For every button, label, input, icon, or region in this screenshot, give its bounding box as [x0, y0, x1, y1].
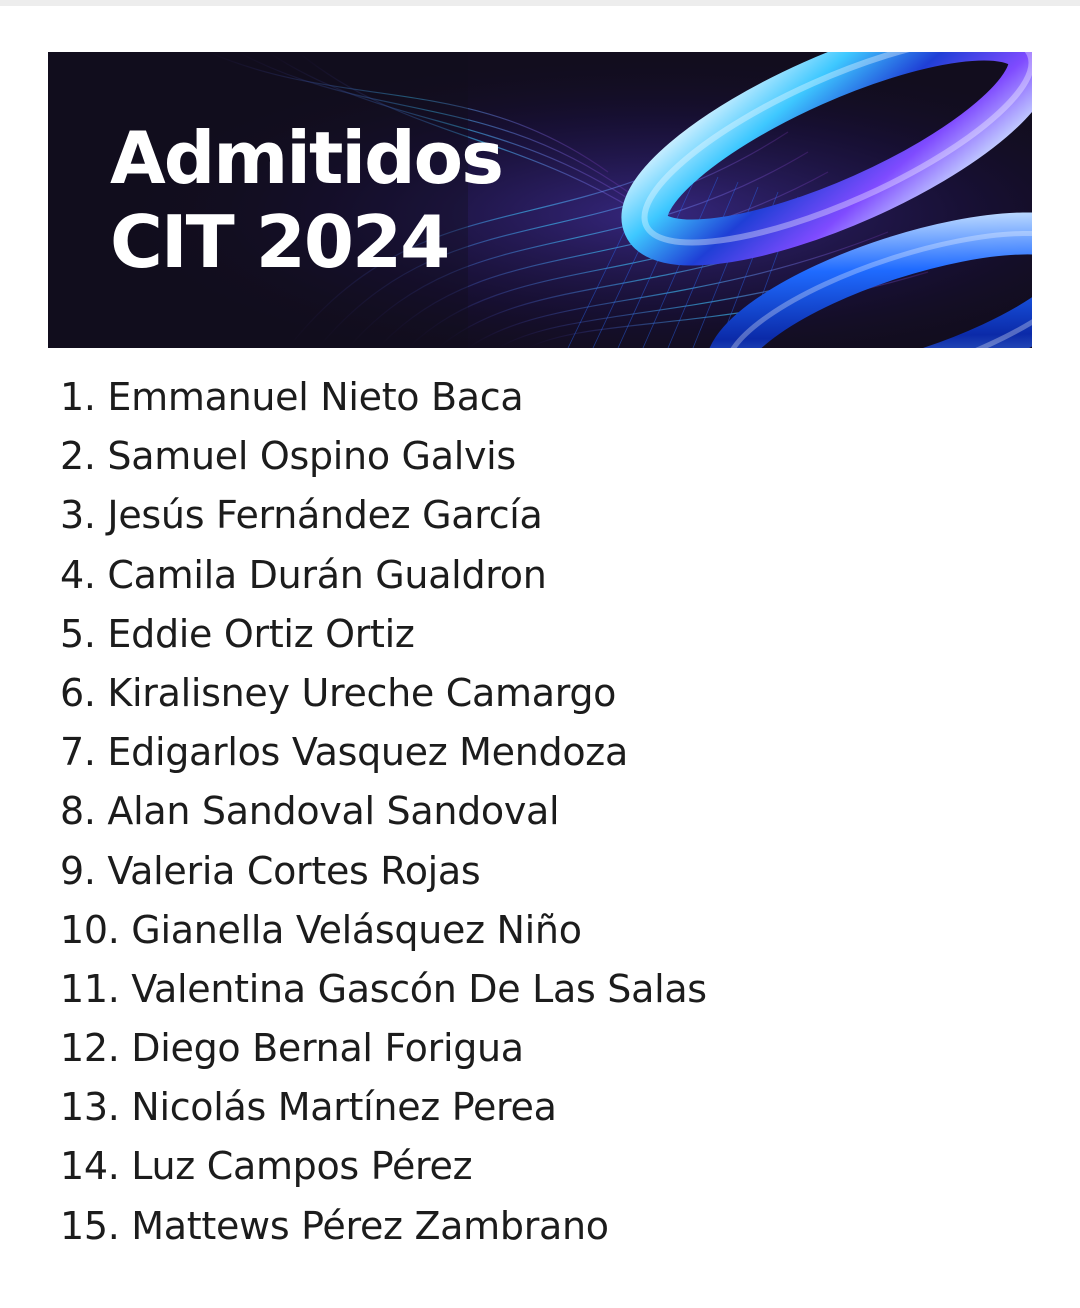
banner-title-line-1: Admitidos — [110, 116, 504, 200]
top-strip — [0, 0, 1080, 6]
banner-title: Admitidos CIT 2024 — [110, 116, 504, 284]
list-item: 6. Kiralisney Ureche Camargo — [60, 670, 617, 715]
admitted-list: 1. Emmanuel Nieto Baca 2. Samuel Ospino … — [60, 368, 707, 1256]
list-item: 5. Eddie Ortiz Ortiz — [60, 611, 415, 656]
list-item: 15. Mattews Pérez Zambrano — [60, 1203, 609, 1248]
list-item: 7. Edigarlos Vasquez Mendoza — [60, 730, 628, 775]
list-item: 10. Gianella Velásquez Niño — [60, 907, 582, 952]
banner-title-line-2: CIT 2024 — [110, 200, 450, 284]
list-item: 3. Jesús Fernández García — [60, 493, 543, 538]
list-item: 4. Camila Durán Gualdron — [60, 552, 547, 597]
list-item: 2. Samuel Ospino Galvis — [60, 434, 516, 479]
header-banner: Admitidos CIT 2024 — [48, 52, 1032, 348]
list-item: 14. Luz Campos Pérez — [60, 1144, 473, 1189]
list-item: 11. Valentina Gascón De Las Salas — [60, 966, 707, 1011]
list-item: 1. Emmanuel Nieto Baca — [60, 375, 524, 419]
list-item: 12. Diego Bernal Forigua — [60, 1026, 524, 1071]
list-item: 9. Valeria Cortes Rojas — [60, 848, 481, 893]
list-item: 13. Nicolás Martínez Perea — [60, 1085, 557, 1130]
list-item: 8. Alan Sandoval Sandoval — [60, 789, 560, 834]
